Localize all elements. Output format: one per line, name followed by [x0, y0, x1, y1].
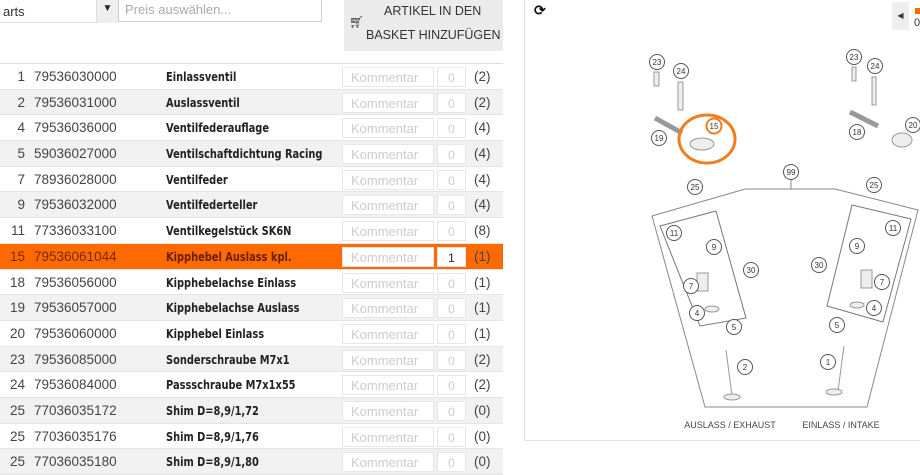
callout-label[interactable]: 24 — [871, 62, 880, 71]
callout-label[interactable]: 11 — [670, 229, 679, 238]
callout-label[interactable]: 15 — [710, 122, 719, 131]
callout-label[interactable]: 2 — [743, 363, 748, 372]
callout-label[interactable]: 5 — [835, 321, 840, 330]
callout-label[interactable]: 4 — [872, 304, 877, 313]
callout-label[interactable]: 9 — [712, 243, 717, 252]
label-intake: EINLASS / INTAKE — [802, 420, 879, 430]
callout-label[interactable]: 4 — [695, 309, 700, 318]
callout-label[interactable]: 7 — [689, 282, 694, 291]
callout-label[interactable]: 99 — [787, 168, 796, 177]
callout-label[interactable]: 11 — [889, 224, 898, 233]
callout-label[interactable]: 20 — [909, 121, 918, 130]
callout-label[interactable]: 25 — [691, 183, 700, 192]
callout-label[interactable]: 25 — [870, 181, 879, 190]
callout-label[interactable]: 19 — [655, 134, 664, 143]
callout-label[interactable]: 9 — [855, 242, 860, 251]
callout-label[interactable]: 18 — [853, 128, 862, 137]
callout-label[interactable]: 24 — [677, 67, 686, 76]
label-exhaust: AUSLASS / EXHAUST — [684, 420, 776, 430]
callout-label[interactable]: 5 — [732, 323, 737, 332]
callout-label[interactable]: 30 — [747, 266, 756, 275]
callout-label[interactable]: 23 — [653, 58, 662, 67]
callout-label[interactable]: 30 — [815, 261, 824, 270]
callout-label[interactable]: 1 — [826, 358, 831, 367]
callout-label[interactable]: 7 — [880, 278, 885, 287]
callout-label[interactable]: 23 — [850, 53, 859, 62]
exploded-diagram: 23 24 19 15 23 24 18 20 99 25 25 11 9 30 7 4 5 2 30 9 11 7 4 5 1… — [0, 0, 920, 464]
